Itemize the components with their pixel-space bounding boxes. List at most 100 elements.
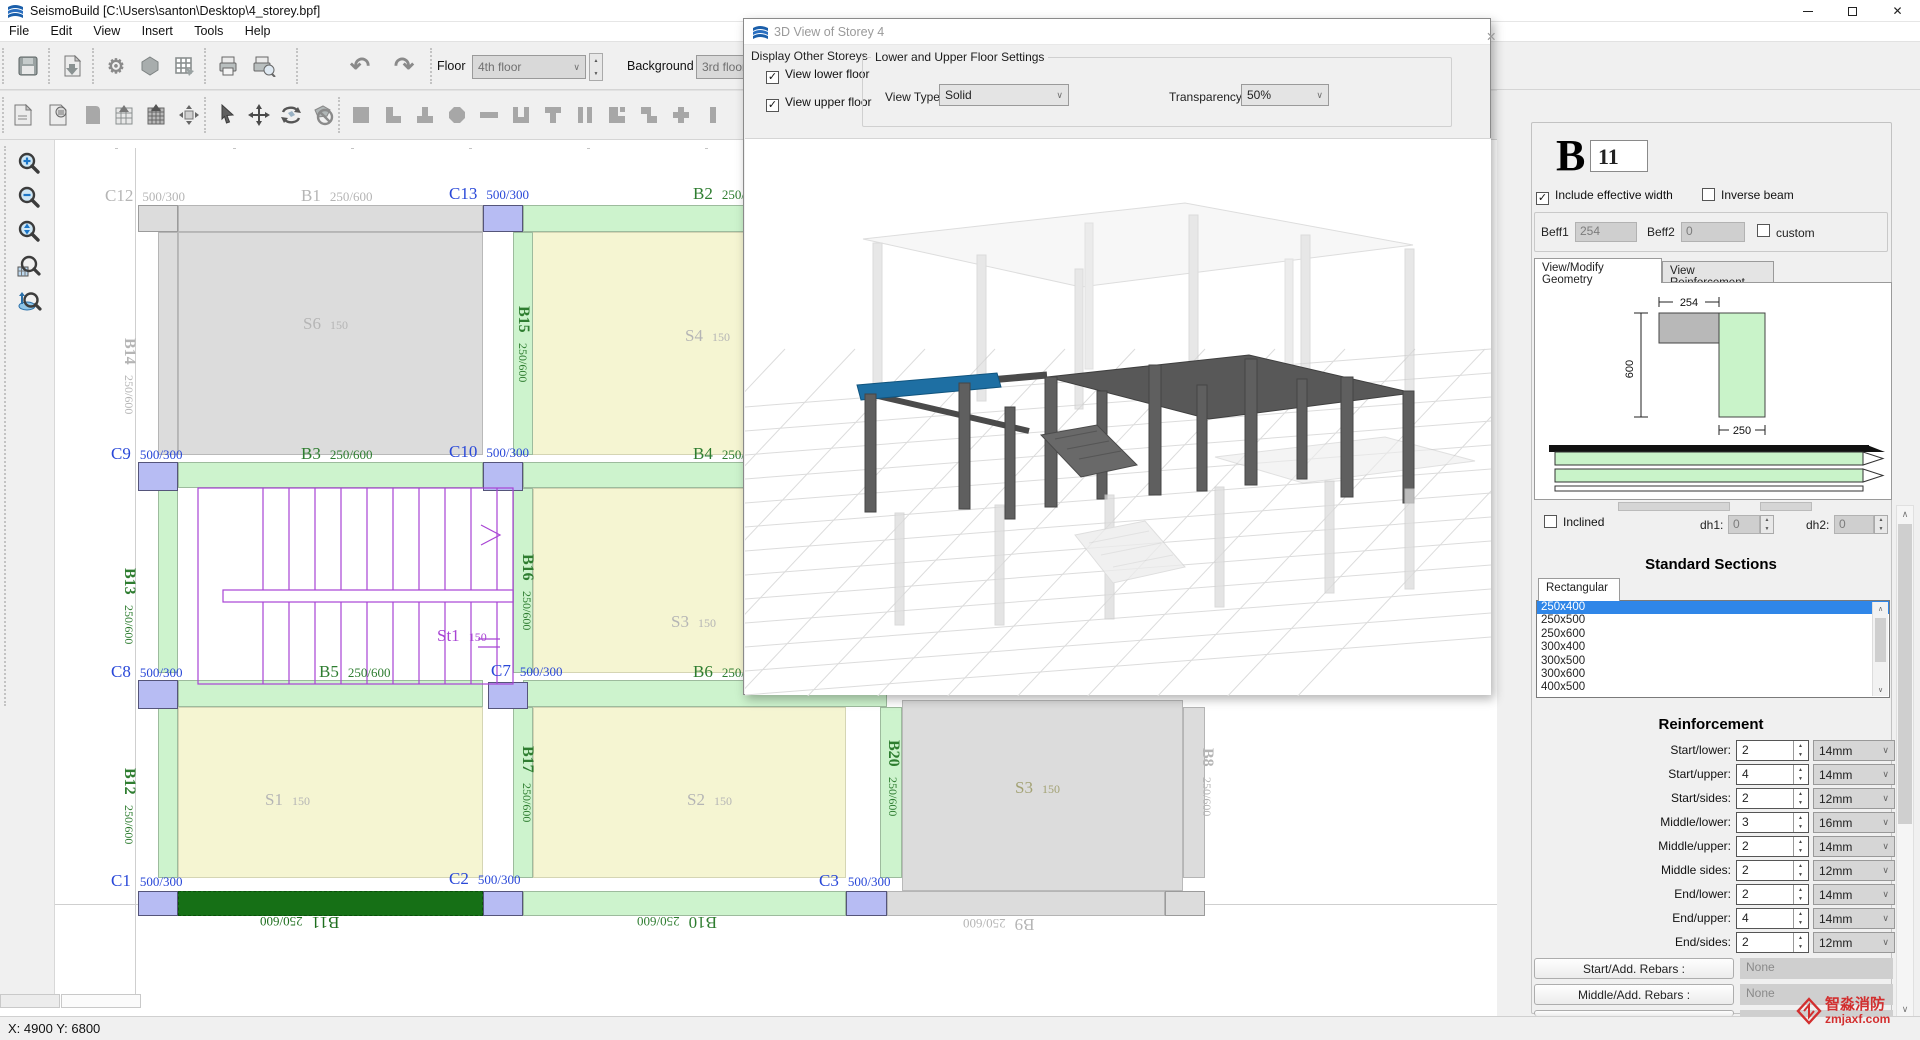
section-item[interactable]: 250x500	[1537, 614, 1889, 627]
menu-file[interactable]: File	[0, 22, 38, 40]
rebar-count-spinner[interactable]: 2▲▼	[1736, 884, 1809, 905]
zoom-window-button[interactable]	[13, 252, 45, 282]
beam-b9[interactable]	[887, 891, 1165, 916]
maximize-button[interactable]	[1830, 0, 1875, 22]
section-L-button[interactable]	[378, 99, 408, 131]
dialog-close-button[interactable]: ✕	[1456, 23, 1484, 41]
beff1-field[interactable]: 254	[1575, 222, 1637, 242]
section-item[interactable]: 250x600	[1537, 628, 1889, 641]
menu-edit[interactable]: Edit	[42, 22, 82, 40]
section-wall-button[interactable]	[474, 99, 504, 131]
checkbox-view-upper[interactable]: ✓	[766, 99, 779, 112]
view-upper-floor-row[interactable]: ✓View upper floor	[766, 95, 872, 112]
section-bar-button[interactable]	[698, 99, 728, 131]
print-preview-button[interactable]	[246, 47, 282, 85]
rebar-size-select[interactable]: 14mm∨	[1813, 884, 1895, 905]
section-doublewall-button[interactable]	[570, 99, 600, 131]
tab-view-reinforcement[interactable]: View Reinforcement	[1662, 261, 1774, 283]
column-c3[interactable]	[846, 891, 887, 916]
mesh-tool-1-button[interactable]	[110, 99, 140, 131]
rebar-count-spinner[interactable]: 2▲▼	[1736, 740, 1809, 761]
column-c1[interactable]	[138, 891, 178, 916]
section-item[interactable]: 400x500	[1537, 681, 1889, 694]
beam-b13[interactable]	[158, 488, 178, 673]
dialog-title-bar[interactable]: 3D View of Storey 4 ✕	[744, 19, 1490, 45]
rebar-size-select[interactable]: 12mm∨	[1813, 932, 1895, 953]
column-c2[interactable]	[483, 891, 523, 916]
rotate-tool-button[interactable]	[276, 99, 306, 131]
slab-s6[interactable]	[178, 232, 483, 455]
column-c9[interactable]	[138, 462, 178, 491]
dh2-field[interactable]: 0	[1834, 515, 1874, 534]
checkbox-custom[interactable]	[1757, 224, 1770, 237]
scroll-down-icon[interactable]: ∨	[1873, 686, 1888, 694]
transparency-select[interactable]: 50%∨	[1241, 84, 1329, 106]
beff2-field[interactable]: 0	[1681, 222, 1745, 242]
section-T-button[interactable]	[538, 99, 568, 131]
section-invT-button[interactable]	[410, 99, 440, 131]
tab-rectangular[interactable]: Rectangular	[1538, 578, 1620, 601]
section-circle-button[interactable]	[442, 99, 472, 131]
beam-b12[interactable]	[158, 707, 178, 878]
section-item[interactable]: 300x400	[1537, 641, 1889, 654]
section-U-button[interactable]	[506, 99, 536, 131]
scroll-thumb[interactable]	[1898, 524, 1912, 824]
zoom-extents-button[interactable]	[13, 216, 45, 246]
minimize-button[interactable]	[1785, 0, 1830, 22]
dh1-spinner[interactable]: ▲▼	[1760, 515, 1774, 534]
rebar-size-select[interactable]: 14mm∨	[1813, 740, 1895, 761]
zoom-out-button[interactable]	[13, 182, 45, 212]
rebar-size-select[interactable]: 14mm∨	[1813, 764, 1895, 785]
mesh-tool-3-button[interactable]	[174, 99, 204, 131]
rebar-count-spinner[interactable]: 2▲▼	[1736, 932, 1809, 953]
dh1-field[interactable]: 0	[1728, 515, 1760, 534]
beam-b1[interactable]	[178, 205, 483, 232]
section-item-selected[interactable]: 250x400	[1537, 601, 1889, 614]
section-item[interactable]: 300x500	[1537, 655, 1889, 668]
rebar-count-spinner[interactable]: 3▲▼	[1736, 812, 1809, 833]
mesh-tool-2-button[interactable]	[142, 99, 172, 131]
move-tool-button[interactable]	[244, 99, 274, 131]
dh2-spinner[interactable]: ▲▼	[1874, 515, 1888, 534]
beam-b14[interactable]	[158, 232, 178, 455]
solid-view-button[interactable]	[132, 47, 168, 85]
undo-button[interactable]: ↶	[342, 47, 378, 85]
menu-help[interactable]: Help	[236, 22, 280, 40]
redo-button[interactable]: ↷	[386, 47, 422, 85]
slab-s1[interactable]	[178, 707, 483, 878]
inverse-beam-row[interactable]: Inverse beam	[1702, 188, 1794, 202]
rebar-count-spinner[interactable]: 4▲▼	[1736, 764, 1809, 785]
rebar-size-select[interactable]: 12mm∨	[1813, 860, 1895, 881]
start-add-rebars-button[interactable]: Start/Add. Rebars :	[1534, 958, 1734, 979]
slab-tool-button[interactable]	[78, 99, 108, 131]
checkbox-inverse-beam[interactable]	[1702, 188, 1715, 201]
floor-select[interactable]: 4th floor∨	[472, 55, 586, 79]
view-lower-floor-row[interactable]: ✓View lower floor	[766, 67, 869, 84]
column-background[interactable]	[1165, 891, 1205, 916]
scroll-thumb[interactable]	[1875, 618, 1886, 662]
checkbox-view-lower[interactable]: ✓	[766, 71, 779, 84]
menu-view[interactable]: View	[84, 22, 129, 40]
tab-view-modify-geometry[interactable]: View/Modify Geometry	[1534, 258, 1662, 283]
middle-add-rebars-button[interactable]: Middle/Add. Rebars :	[1534, 984, 1734, 1005]
scroll-up-icon[interactable]: ∧	[1873, 602, 1888, 616]
beam-number-field[interactable]: 11	[1590, 140, 1648, 172]
panel-scrollbar[interactable]: ∧ ∨	[1896, 505, 1914, 1018]
grid-view-button[interactable]	[166, 47, 202, 85]
select-tool-button[interactable]	[212, 99, 242, 131]
section-step-button[interactable]	[602, 99, 632, 131]
rebar-size-select[interactable]: 14mm∨	[1813, 908, 1895, 929]
rebar-size-select[interactable]: 12mm∨	[1813, 788, 1895, 809]
scroll-up-icon[interactable]: ∧	[1897, 506, 1913, 522]
rebar-count-spinner[interactable]: 4▲▼	[1736, 908, 1809, 929]
include-effective-width-row[interactable]: ✓Include effective width	[1536, 188, 1673, 205]
print-button[interactable]	[210, 47, 246, 85]
menu-insert[interactable]: Insert	[133, 22, 182, 40]
checkbox-effective-width[interactable]: ✓	[1536, 192, 1549, 205]
section-Z-button[interactable]	[634, 99, 664, 131]
settings-button[interactable]: ⚙	[98, 47, 134, 85]
floor-spinner[interactable]: ▲▼	[589, 53, 603, 81]
rebar-count-spinner[interactable]: 2▲▼	[1736, 788, 1809, 809]
section-rect-button[interactable]	[346, 99, 376, 131]
import-dwg-button[interactable]	[8, 99, 38, 131]
